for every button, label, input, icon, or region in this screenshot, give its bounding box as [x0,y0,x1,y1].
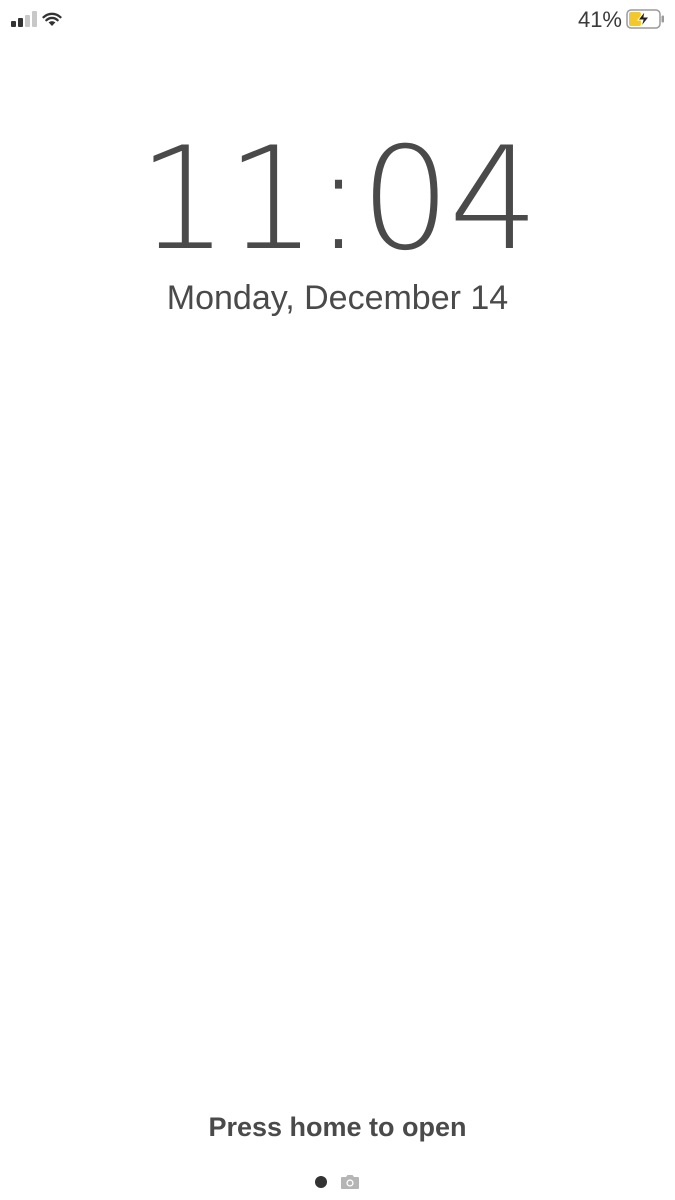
camera-icon[interactable] [340,1174,360,1190]
unlock-hint: Press home to open [208,1112,467,1142]
battery-charging-icon [626,9,664,29]
battery-percentage: 41% [577,7,622,32]
wifi-icon [42,12,62,26]
cellular-signal-icon [11,11,37,27]
page-dot-icon[interactable] [315,1176,327,1188]
page-indicator [0,1174,675,1190]
lock-screen-time: 11:04 [137,117,539,282]
status-bar: 41% [0,0,675,40]
lock-screen-date: Monday, December 14 [166,279,509,317]
